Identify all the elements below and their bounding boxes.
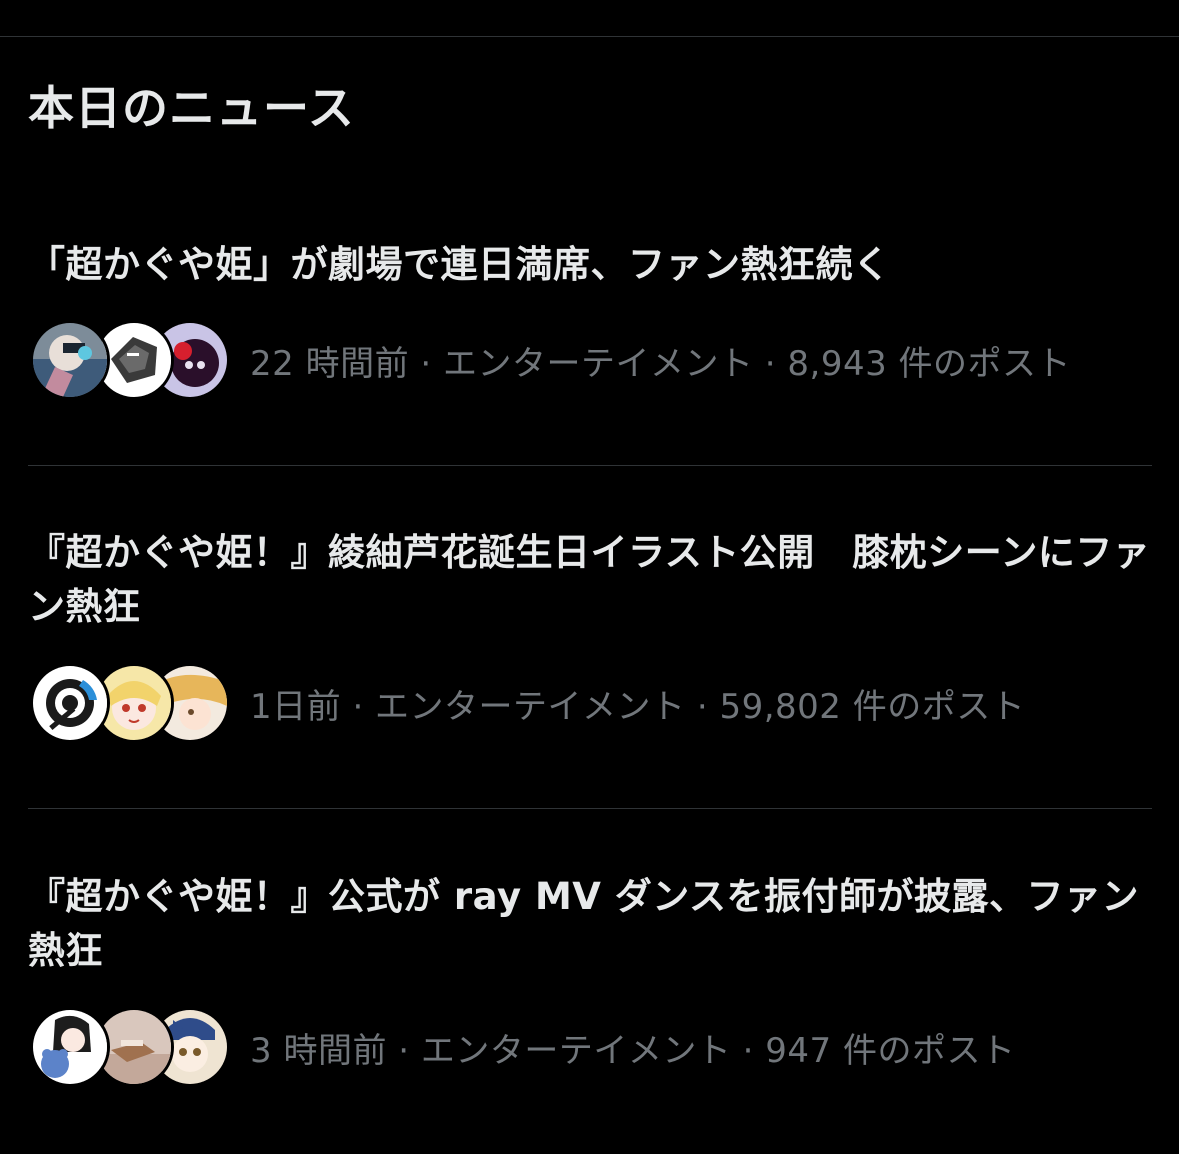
- news-meta-row: 3 時間前 · エンターテイメント · 947 件のポスト: [30, 1005, 1016, 1089]
- news-headline[interactable]: 『超かぐや姫！』綾紬芦花誕生日イラスト公開 膝枕シーンにファン熱狂: [28, 526, 1158, 634]
- avatar: [30, 663, 110, 743]
- news-headline[interactable]: 「超かぐや姫」が劇場で連日満席、ファン熱狂続く: [28, 238, 1158, 292]
- news-meta: 3 時間前 · エンターテイメント · 947 件のポスト: [250, 1030, 1016, 1071]
- news-meta-row: 1日前 · エンターテイメント · 59,802 件のポスト: [30, 661, 1025, 745]
- item-divider: [28, 465, 1152, 466]
- news-meta: 22 時間前 · エンターテイメント · 8,943 件のポスト: [250, 343, 1072, 384]
- avatar-group: [30, 661, 230, 745]
- avatar: [30, 1007, 110, 1087]
- avatar-group: [30, 318, 230, 402]
- avatar-group: [30, 1005, 230, 1089]
- top-divider: [0, 36, 1179, 37]
- news-meta-row: 22 時間前 · エンターテイメント · 8,943 件のポスト: [30, 318, 1071, 402]
- avatar: [30, 320, 110, 400]
- section-title: 本日のニュース: [28, 81, 355, 135]
- item-divider: [28, 808, 1152, 809]
- news-headline[interactable]: 『超かぐや姫！』公式が ray MV ダンスを振付師が披露、ファン熱狂: [28, 870, 1158, 978]
- news-meta: 1日前 · エンターテイメント · 59,802 件のポスト: [250, 686, 1026, 727]
